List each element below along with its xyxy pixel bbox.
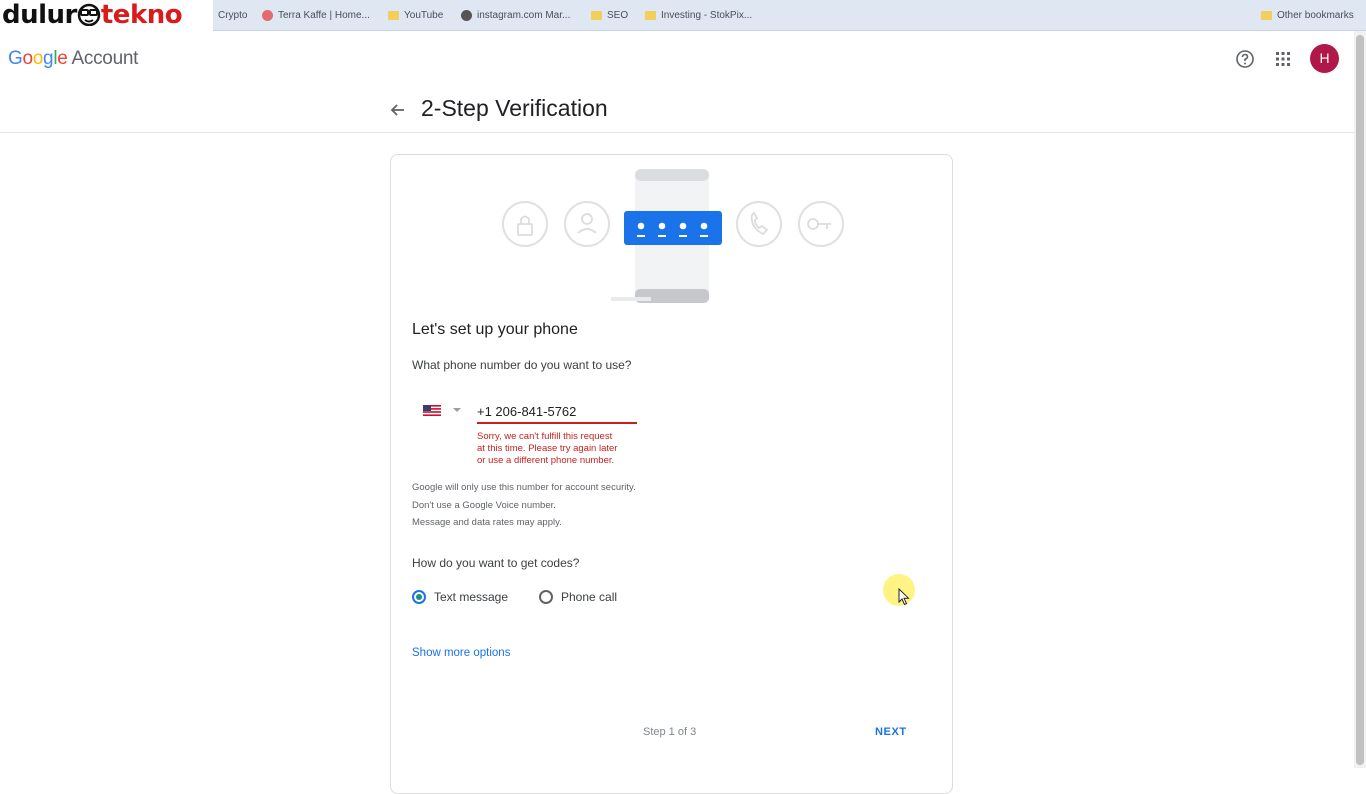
radio-unchecked-icon[interactable] xyxy=(539,590,553,604)
bookmark-instagram[interactable]: instagram.com Mar... xyxy=(461,0,570,31)
bookmark-label: Terra Kaffe | Home... xyxy=(278,9,370,21)
logo-account-text: Account xyxy=(71,48,139,69)
bookmark-youtube[interactable]: YouTube xyxy=(388,0,443,31)
apps-grid-icon[interactable] xyxy=(1274,50,1292,68)
card-title: Let's set up your phone xyxy=(412,321,578,338)
phone-call-icon xyxy=(736,201,782,247)
bookmark-label: Investing - StokPix... xyxy=(661,9,753,21)
error-line: Sorry, we can't fulfill this request xyxy=(477,431,613,442)
folder-icon xyxy=(591,11,602,20)
phone-error-message: Sorry, we can't fulfill this request at … xyxy=(477,431,647,467)
phone-usage-note: Google will only use this number for acc… xyxy=(412,479,636,532)
bookmark-other[interactable]: Other bookmarks xyxy=(1261,0,1354,31)
setup-card: Let's set up your phone What phone numbe… xyxy=(390,154,953,794)
error-line: at this time. Please try again later xyxy=(477,443,618,454)
show-more-options-link[interactable]: Show more options xyxy=(412,647,510,659)
logo-letter: e xyxy=(57,48,68,69)
back-arrow-icon[interactable] xyxy=(388,100,408,120)
bookmark-label: YouTube xyxy=(404,9,444,21)
chevron-down-icon[interactable] xyxy=(452,406,462,414)
watermark-text-1: dulur xyxy=(2,0,77,30)
error-line: or use a different phone number. xyxy=(477,455,615,466)
watermark-text-2: tekno xyxy=(100,0,183,30)
folder-icon xyxy=(388,11,399,20)
us-flag-icon[interactable] xyxy=(423,405,441,416)
logo-letter: G xyxy=(8,48,23,69)
scrollbar[interactable] xyxy=(1354,31,1366,768)
google-account-logo[interactable]: Google Account xyxy=(8,48,138,70)
option-text-message[interactable]: Text message xyxy=(412,588,508,606)
avatar[interactable]: H xyxy=(1310,44,1339,73)
bookmark-seo[interactable]: SEO xyxy=(591,0,628,31)
bookmark-label: Crypto xyxy=(218,9,248,21)
bookmark-label: Other bookmarks xyxy=(1277,9,1354,21)
note-line: Don't use a Google Voice number. xyxy=(412,499,556,511)
page-title: 2-Step Verification xyxy=(421,95,608,121)
note-line: Message and data rates may apply. xyxy=(412,517,562,528)
bookmark-label: SEO xyxy=(607,9,629,21)
logo-letter: o xyxy=(22,48,33,69)
bookmark-crypto[interactable]: Crypto xyxy=(218,0,247,31)
help-icon[interactable] xyxy=(1235,49,1255,69)
option-phone-call[interactable]: Phone call xyxy=(539,588,617,606)
next-button[interactable]: NEXT xyxy=(871,720,911,744)
codes-question: How do you want to get codes? xyxy=(412,556,580,570)
scrollbar-thumb[interactable] xyxy=(1356,35,1364,765)
step-indicator: Step 1 of 3 xyxy=(643,726,697,738)
option-label: Text message xyxy=(434,590,509,604)
folder-icon xyxy=(645,11,656,20)
logo-letter: o xyxy=(32,48,44,69)
option-label: Phone call xyxy=(561,590,618,604)
page-header: Google Account H 2-Step Verification xyxy=(0,31,1354,133)
bookmark-terra-kaffe[interactable]: Terra Kaffe | Home... xyxy=(262,0,370,31)
mouse-cursor-icon xyxy=(898,588,910,606)
bookmark-investing[interactable]: Investing - StokPix... xyxy=(645,0,752,31)
watermark-logo: dulur tekno xyxy=(0,0,213,31)
radio-checked-icon[interactable] xyxy=(412,590,426,604)
face-icon xyxy=(77,3,101,26)
favicon-icon xyxy=(461,10,472,21)
note-line: Google will only use this number for acc… xyxy=(412,482,636,493)
phone-illustration xyxy=(502,169,844,303)
favicon-icon xyxy=(262,10,273,21)
bookmark-label: instagram.com Mar... xyxy=(477,9,571,21)
phone-number-input[interactable] xyxy=(477,400,637,424)
logo-letter: g xyxy=(43,48,54,69)
folder-icon xyxy=(1261,11,1272,20)
phone-question: What phone number do you want to use? xyxy=(412,358,632,372)
